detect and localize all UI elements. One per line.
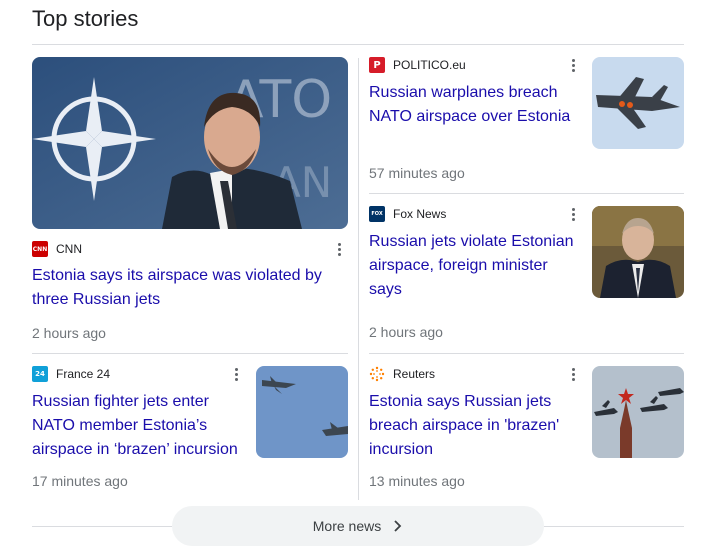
story-headline[interactable]: Russian fighter jets enter NATO member E… [32, 390, 246, 462]
more-options-icon[interactable] [565, 57, 581, 73]
row-divider [369, 193, 684, 194]
story-card-politico[interactable]: P POLITICO.eu Russian warplanes breach N… [369, 57, 684, 185]
cnn-logo-icon: CNN [32, 241, 48, 257]
story-source: P POLITICO.eu [369, 57, 466, 73]
more-options-icon[interactable] [331, 241, 347, 257]
story-image[interactable] [592, 57, 684, 149]
chevron-right-icon [394, 520, 402, 532]
more-options-icon[interactable] [565, 206, 581, 222]
story-source: 24 France 24 [32, 366, 110, 382]
more-options-icon[interactable] [228, 366, 244, 382]
row-divider [32, 353, 348, 354]
story-card-foxnews[interactable]: FOX Fox News Russian jets violate Estoni… [369, 206, 684, 342]
story-age: 13 minutes ago [369, 473, 465, 489]
story-source: FOX Fox News [369, 206, 446, 222]
story-card-reuters[interactable]: Reuters Estonia says Russian jets breach… [369, 366, 684, 494]
story-image[interactable] [256, 366, 348, 458]
story-age: 57 minutes ago [369, 165, 465, 181]
story-age: 2 hours ago [369, 324, 443, 340]
row-divider [369, 353, 684, 354]
story-headline[interactable]: Estonia says its airspace was violated b… [32, 264, 332, 312]
politico-logo-icon: P [369, 57, 385, 73]
more-news-button[interactable]: More news [172, 506, 544, 546]
story-source: Reuters [369, 366, 435, 382]
column-divider [358, 58, 359, 500]
more-news-label: More news [312, 518, 382, 534]
source-name: France 24 [56, 367, 111, 381]
more-divider-left [32, 526, 172, 527]
source-name: POLITICO.eu [393, 58, 466, 72]
more-divider-right [544, 526, 684, 527]
source-name: Reuters [393, 367, 436, 381]
section-title: Top stories [32, 6, 139, 31]
source-name: Fox News [393, 207, 447, 221]
story-age: 2 hours ago [32, 325, 106, 341]
reuters-logo-icon [369, 366, 385, 382]
france24-logo-icon: 24 [32, 366, 48, 382]
story-headline[interactable]: Russian warplanes breach NATO airspace o… [369, 81, 583, 129]
story-image[interactable] [592, 206, 684, 298]
story-image[interactable]: ATO AN [32, 57, 348, 229]
story-headline[interactable]: Russian jets violate Estonian airspace, … [369, 230, 583, 302]
story-headline[interactable]: Estonia says Russian jets breach airspac… [369, 390, 583, 462]
story-age: 17 minutes ago [32, 473, 128, 489]
top-divider [32, 44, 684, 45]
story-card-cnn[interactable]: ATO AN CNN CNN Estonia says its airspace… [32, 57, 348, 347]
story-source: CNN CNN [32, 241, 82, 257]
story-image[interactable] [592, 366, 684, 458]
source-name: CNN [56, 242, 82, 256]
more-options-icon[interactable] [565, 366, 581, 382]
story-card-france24[interactable]: 24 France 24 Russian fighter jets enter … [32, 366, 348, 494]
foxnews-logo-icon: FOX [369, 206, 385, 222]
